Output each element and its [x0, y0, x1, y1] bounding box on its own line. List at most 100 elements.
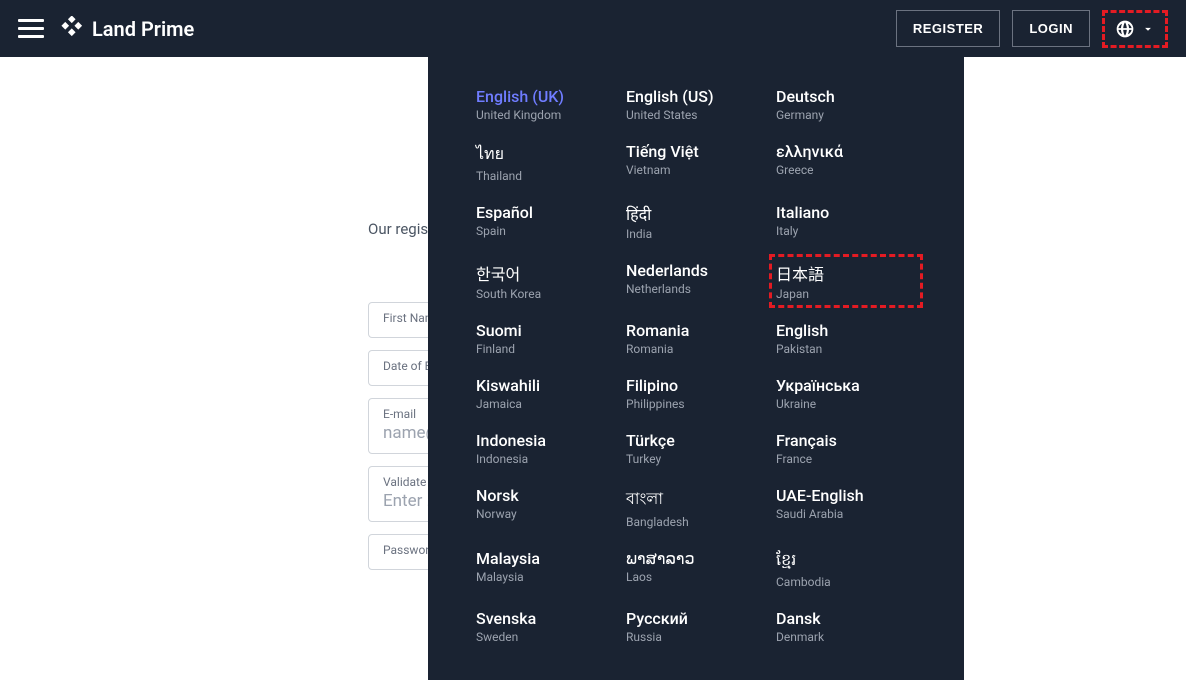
language-option[interactable]: Nederlands Netherlands [626, 261, 766, 301]
language-option[interactable]: Dansk Denmark [776, 609, 916, 644]
language-name: English (US) [626, 87, 766, 106]
language-option[interactable]: Svenska Sweden [476, 609, 616, 644]
language-country: Spain [476, 224, 616, 238]
language-name: Русский [626, 609, 766, 628]
language-name: Italiano [776, 203, 916, 222]
language-name: UAE-English [776, 486, 916, 505]
language-name: ខ្មែរ [776, 549, 916, 573]
language-option[interactable]: Türkçe Turkey [626, 431, 766, 466]
language-name: English (UK) [476, 87, 616, 106]
language-country: Netherlands [626, 282, 766, 296]
language-name: ελληνικά [776, 142, 916, 161]
language-option[interactable]: UAE-English Saudi Arabia [776, 486, 916, 529]
brand-logo[interactable]: Land Prime [58, 16, 194, 42]
language-name: Українська [776, 376, 916, 395]
language-country: Japan [776, 287, 876, 301]
language-option[interactable]: हिंदी India [626, 203, 766, 241]
language-dropdown: English (UK)United Kingdom English (US) Un… [428, 57, 964, 680]
language-country: Norway [476, 507, 616, 521]
language-name: Nederlands [626, 261, 766, 280]
language-country: Malaysia [476, 570, 616, 584]
header-left: Land Prime [18, 16, 194, 42]
language-selector-button[interactable] [1102, 10, 1168, 48]
language-option[interactable]: Kiswahili Jamaica [476, 376, 616, 411]
header-right: REGISTER LOGIN [896, 10, 1168, 48]
language-country: Ukraine [776, 397, 916, 411]
language-country: Denmark [776, 630, 916, 644]
language-country: Germany [776, 108, 916, 122]
language-option[interactable]: Deutsch Germany [776, 87, 916, 122]
brand-name: Land Prime [92, 17, 194, 41]
language-option[interactable]: Français France [776, 431, 916, 466]
language-name: Romania [626, 321, 766, 340]
hamburger-menu-button[interactable] [18, 19, 44, 38]
language-option[interactable]: English Pakistan [776, 321, 916, 356]
language-option[interactable]: Italiano Italy [776, 203, 916, 241]
language-name: हिंदी [626, 203, 766, 225]
language-country: Cambodia [776, 575, 916, 589]
language-country: Thailand [476, 169, 616, 183]
language-name: 한국어 [476, 261, 616, 285]
language-name: Indonesia [476, 431, 616, 450]
language-option[interactable]: Malaysia Malaysia [476, 549, 616, 589]
language-option[interactable]: Filipino Philippines [626, 376, 766, 411]
language-name: Türkçe [626, 431, 766, 450]
language-country: South Korea [476, 287, 616, 301]
language-option[interactable]: ខ្មែរ Cambodia [776, 549, 916, 589]
language-option[interactable]: ελληνικά Greece [776, 142, 916, 183]
language-option[interactable]: English (UK)United Kingdom [476, 87, 616, 122]
language-country: Vietnam [626, 163, 766, 177]
language-name: বাংলা [626, 486, 766, 513]
chevron-down-icon [1141, 22, 1155, 36]
language-option[interactable]: Romania Romania [626, 321, 766, 356]
language-option[interactable]: Indonesia Indonesia [476, 431, 616, 466]
language-option[interactable]: Suomi Finland [476, 321, 616, 356]
language-country: Saudi Arabia [776, 507, 916, 521]
language-option[interactable]: English (US) United States [626, 87, 766, 122]
language-option[interactable]: ไทย Thailand [476, 142, 616, 183]
language-option[interactable]: বাংলা Bangladesh [626, 486, 766, 529]
language-country: Jamaica [476, 397, 616, 411]
language-name: Español [476, 203, 616, 222]
language-country: India [626, 227, 766, 241]
login-button[interactable]: LOGIN [1012, 10, 1090, 47]
language-country: Italy [776, 224, 916, 238]
language-option[interactable]: Tiếng Việt Vietnam [626, 142, 766, 183]
language-country: Pakistan [776, 342, 916, 356]
language-country: Bangladesh [626, 515, 766, 529]
language-country: Romania [626, 342, 766, 356]
language-country: Turkey [626, 452, 766, 466]
language-option[interactable]: ພາສາລາວLaos [626, 549, 766, 589]
language-name: Deutsch [776, 87, 916, 106]
language-country: Indonesia [476, 452, 616, 466]
language-name: Svenska [476, 609, 616, 628]
language-name: Malaysia [476, 549, 616, 568]
register-button[interactable]: REGISTER [896, 10, 1000, 47]
language-option[interactable]: Українська Ukraine [776, 376, 916, 411]
language-name: ไทย [476, 142, 616, 167]
language-name: Kiswahili [476, 376, 616, 395]
language-option[interactable]: Norsk Norway [476, 486, 616, 529]
language-name: 日本語 [776, 261, 876, 285]
language-option[interactable]: Русский Russia [626, 609, 766, 644]
language-country: France [776, 452, 916, 466]
language-option[interactable]: Español Spain [476, 203, 616, 241]
language-country: Greece [776, 163, 916, 177]
language-country: Russia [626, 630, 766, 644]
language-option[interactable]: 日本語 Japan [776, 261, 916, 301]
globe-icon [1115, 19, 1135, 39]
language-name: ພາສາລາວ [626, 549, 766, 568]
language-option[interactable]: 한국어 South Korea [476, 261, 616, 301]
language-country: United States [626, 108, 766, 122]
language-name: Suomi [476, 321, 616, 340]
language-country: Sweden [476, 630, 616, 644]
language-name: Dansk [776, 609, 916, 628]
language-country: Philippines [626, 397, 766, 411]
language-name: Français [776, 431, 916, 450]
language-name: English [776, 321, 916, 340]
brand-logo-icon [58, 16, 84, 42]
language-name: Tiếng Việt [626, 142, 766, 161]
language-name: Norsk [476, 486, 616, 505]
language-name: Filipino [626, 376, 766, 395]
language-country: Finland [476, 342, 616, 356]
